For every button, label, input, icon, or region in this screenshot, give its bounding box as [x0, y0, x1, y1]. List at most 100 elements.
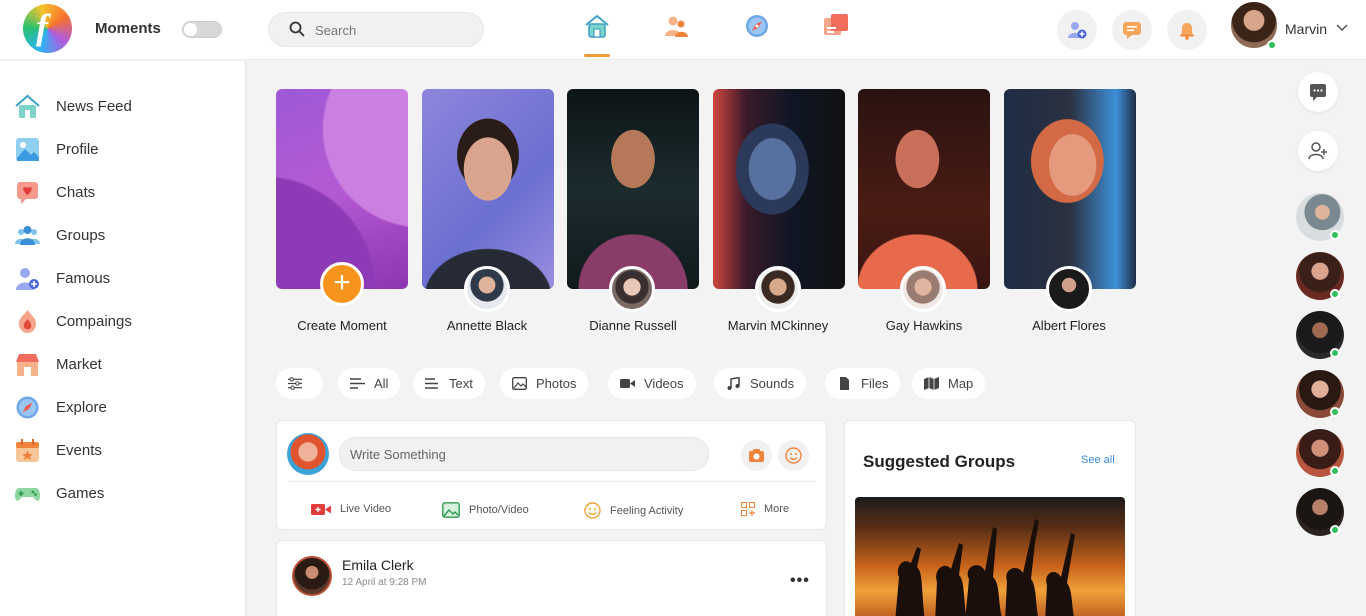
action-label: Feeling Activity — [610, 504, 684, 517]
chevron-down-icon[interactable] — [1336, 24, 1348, 32]
story-name[interactable]: Annette Black — [407, 318, 567, 333]
calendar-icon — [16, 438, 39, 462]
camera-icon — [749, 449, 764, 462]
sidebar-item-label: Games — [56, 484, 105, 502]
messages-button[interactable] — [1112, 10, 1152, 50]
music-icon — [727, 377, 740, 390]
filter-photos[interactable]: Photos — [500, 368, 589, 399]
filter-label: Map — [948, 376, 974, 391]
sidebar-item-explore[interactable]: Explore — [14, 392, 234, 422]
composer-divider — [288, 481, 816, 482]
composer-avatar[interactable] — [287, 433, 329, 475]
add-user-icon — [1068, 22, 1087, 39]
famous-icon — [16, 267, 39, 290]
post-author-name[interactable]: Emila Clerk — [342, 557, 414, 573]
emoji-button[interactable] — [778, 440, 809, 471]
story-avatar[interactable] — [900, 266, 946, 312]
search-box[interactable] — [268, 12, 484, 47]
story-card[interactable] — [422, 89, 554, 289]
sidebar-item-chats[interactable]: Chats — [14, 177, 234, 207]
filter-sounds[interactable]: Sounds — [714, 368, 807, 399]
moments-toggle[interactable] — [182, 21, 222, 38]
more-button[interactable]: More — [741, 502, 789, 516]
chat-icon — [17, 181, 38, 204]
story-card[interactable] — [1004, 89, 1136, 289]
silhouettes-image — [895, 519, 1075, 616]
story-name[interactable]: Gay Hawkins — [844, 318, 1004, 333]
map-icon — [924, 377, 939, 390]
see-all-link[interactable]: See all — [1081, 454, 1115, 466]
story-avatar[interactable] — [1046, 266, 1092, 312]
online-indicator — [1330, 348, 1340, 358]
create-moment-plus-button[interactable]: + — [320, 262, 364, 306]
list-icon — [350, 378, 365, 389]
bell-icon — [1180, 23, 1194, 40]
filter-text[interactable]: Text — [413, 368, 485, 399]
sidebar-item-market[interactable]: Market — [14, 349, 234, 379]
photo-video-button[interactable]: Photo/Video — [442, 502, 529, 518]
filter-label: All — [374, 376, 389, 391]
rail-add-friend-button[interactable] — [1298, 131, 1338, 171]
sidebar-item-games[interactable]: Games — [14, 478, 234, 508]
sidebar-item-groups[interactable]: Groups — [14, 220, 234, 250]
sidebar-item-label: Events — [56, 441, 102, 459]
story-avatar[interactable] — [464, 266, 510, 312]
story-avatar[interactable] — [755, 266, 801, 312]
app-logo[interactable]: f — [23, 4, 72, 53]
story-avatar[interactable] — [609, 266, 655, 312]
sidebar-item-label: Compaings — [56, 312, 132, 330]
sidebar-item-profile[interactable]: Profile — [14, 134, 234, 164]
action-label: Live Video — [340, 503, 392, 515]
moments-label: Moments — [95, 20, 161, 37]
add-friend-button[interactable] — [1057, 10, 1097, 50]
sidebar-item-events[interactable]: Events — [14, 435, 234, 465]
pages-nav-icon[interactable] — [822, 12, 850, 40]
sidebar-item-news-feed[interactable]: News Feed — [14, 91, 234, 121]
post-author-avatar[interactable] — [292, 556, 332, 596]
story-name[interactable]: Dianne Russell — [553, 318, 713, 333]
create-moment-card[interactable] — [276, 89, 408, 289]
sidebar-item-label: Explore — [56, 398, 107, 416]
explore-nav-icon[interactable] — [743, 12, 771, 40]
sidebar-item-label: Profile — [56, 140, 99, 158]
rail-messages-button[interactable] — [1298, 72, 1338, 112]
story-card[interactable] — [567, 89, 699, 289]
action-label: Photo/Video — [469, 504, 529, 516]
market-icon — [16, 353, 39, 376]
sidebar-item-label: Chats — [56, 183, 96, 201]
home-nav-icon[interactable] — [583, 12, 611, 40]
file-icon — [840, 377, 849, 390]
story-name[interactable]: Create Moment — [262, 318, 422, 333]
post-options-icon[interactable]: ••• — [790, 572, 810, 590]
user-name[interactable]: Marvin — [1285, 21, 1327, 37]
group-cover-image[interactable] — [855, 497, 1125, 616]
profile-icon — [16, 137, 39, 161]
live-video-button[interactable]: Live Video — [311, 502, 391, 516]
groups-icon — [15, 225, 40, 245]
top-bar: f Moments Marvin — [0, 0, 1366, 60]
feeling-icon — [584, 502, 601, 519]
story-name[interactable]: Albert Flores — [989, 318, 1149, 333]
filter-map[interactable]: Map — [912, 368, 986, 399]
suggested-groups-title: Suggested Groups — [863, 452, 1016, 471]
sidebar-item-famous[interactable]: Famous — [14, 263, 234, 293]
feeling-activity-button[interactable]: Feeling Activity — [584, 502, 683, 519]
grid-icon — [741, 502, 755, 516]
write-something-input[interactable]: Write Something — [339, 437, 709, 471]
search-input[interactable] — [315, 20, 475, 40]
friends-nav-icon[interactable] — [662, 12, 690, 40]
notifications-button[interactable] — [1167, 10, 1207, 50]
filter-files[interactable]: Files — [825, 368, 901, 399]
post-timestamp: 12 April at 9:28 PM — [342, 577, 427, 588]
photo-icon — [442, 502, 460, 518]
sidebar-item-compaings[interactable]: Compaings — [14, 306, 234, 336]
filter-all[interactable]: All — [338, 368, 401, 399]
camera-button[interactable] — [741, 440, 772, 471]
video-icon — [620, 379, 635, 388]
filter-videos[interactable]: Videos — [608, 368, 696, 399]
filter-settings-button[interactable] — [276, 368, 323, 399]
story-name[interactable]: Marvin MCkinney — [698, 318, 858, 333]
story-card[interactable] — [713, 89, 845, 289]
search-icon — [289, 21, 305, 37]
story-card[interactable] — [858, 89, 990, 289]
